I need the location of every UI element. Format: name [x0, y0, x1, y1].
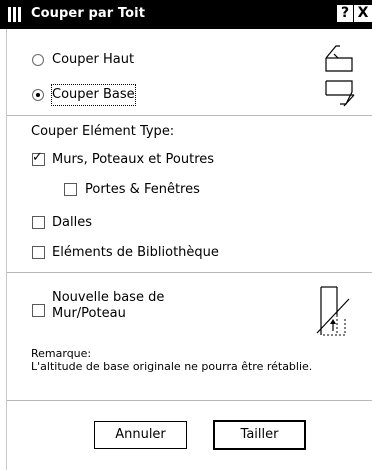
new-base-label-line1[interactable]: Nouvelle base de: [52, 290, 164, 306]
section-divider-highlight: [7, 116, 372, 117]
close-button[interactable]: X: [354, 5, 372, 22]
cut-base-icon: [325, 80, 355, 107]
help-button[interactable]: ?: [337, 5, 353, 22]
cut-base-option[interactable]: Couper Base: [0, 84, 372, 106]
cancel-button[interactable]: Annuler: [94, 421, 187, 449]
new-base-wall-icon: [316, 286, 350, 336]
remark-title: Remarque:: [31, 347, 92, 360]
walls-columns-beams-checkbox[interactable]: ✓: [32, 150, 45, 166]
walls-columns-beams-option[interactable]: ✓ Murs, Poteaux et Poutres: [0, 150, 372, 170]
doors-windows-option[interactable]: Portes & Fenêtres: [0, 180, 372, 200]
library-elements-checkbox[interactable]: [32, 246, 45, 259]
slabs-checkbox[interactable]: [32, 216, 45, 229]
window-title: Couper par Toit: [31, 6, 146, 21]
section-divider-highlight: [7, 401, 372, 402]
cut-top-radio[interactable]: [32, 54, 44, 66]
window-grip-icon: [8, 7, 26, 22]
cut-base-radio[interactable]: [32, 89, 44, 101]
cut-base-label[interactable]: Couper Base: [51, 84, 136, 106]
element-type-heading: Couper Elément Type:: [31, 124, 175, 139]
library-elements-option[interactable]: Eléments de Bibliothèque: [0, 243, 372, 263]
library-elements-label[interactable]: Eléments de Bibliothèque: [52, 243, 219, 263]
doors-windows-label[interactable]: Portes & Fenêtres: [85, 180, 200, 200]
couper-par-toit-dialog: Couper par Toit ? X Couper Haut Couper B…: [0, 0, 372, 470]
new-base-option[interactable]: Nouvelle base de Mur/Poteau: [0, 290, 280, 326]
walls-columns-beams-label[interactable]: Murs, Poteaux et Poutres: [52, 150, 214, 170]
new-base-label-line2[interactable]: Mur/Poteau: [52, 306, 126, 322]
remark-text: L'altitude de base originale ne pourra ê…: [31, 360, 313, 373]
doors-windows-checkbox[interactable]: [64, 183, 77, 196]
cut-top-icon: [325, 45, 353, 72]
new-base-checkbox[interactable]: [32, 304, 45, 317]
title-bar[interactable]: Couper par Toit ? X: [0, 0, 372, 29]
slabs-label[interactable]: Dalles: [52, 213, 92, 233]
slabs-option[interactable]: Dalles: [0, 213, 372, 233]
cut-button[interactable]: Tailler: [213, 420, 306, 450]
section-divider-highlight: [7, 273, 372, 274]
cut-top-label[interactable]: Couper Haut: [52, 50, 134, 70]
checkmark-icon: ✓: [32, 150, 43, 165]
cut-top-option[interactable]: Couper Haut: [0, 50, 372, 70]
